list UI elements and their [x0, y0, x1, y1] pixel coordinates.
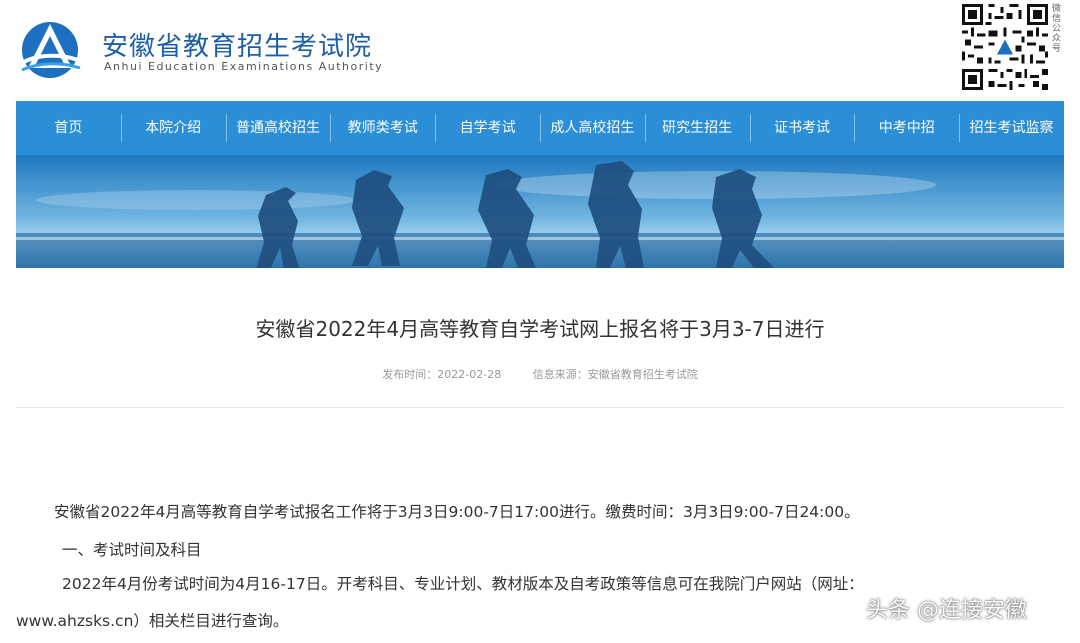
site-header: 安徽省教育招生考试院 Anhui Education Examinations …	[0, 0, 1080, 100]
qr-code-icon	[962, 4, 1048, 90]
nav-item-teacher-exam[interactable]: 教师类考试	[330, 101, 435, 155]
qr-label: 微信公众号	[1052, 4, 1062, 54]
nav-item-high-school-admission[interactable]: 中考中招	[854, 101, 959, 155]
article-paragraph: 2022年4月份考试时间为4月16-17日。开考科目、专业计划、教材版本及自考政…	[62, 575, 864, 593]
article-paragraph: 安徽省2022年4月高等教育自学考试报名工作将于3月3日9:00-7日17:00…	[54, 503, 860, 521]
graduates-banner-image	[16, 155, 1064, 268]
nav-item-home[interactable]: 首页	[16, 101, 121, 155]
watermark: 头条 @连接安徽	[866, 598, 1027, 623]
site-name-en: Anhui Education Examinations Authority	[104, 60, 384, 73]
hero-banner	[16, 155, 1064, 268]
article-section-heading: 一、考试时间及科目	[62, 541, 202, 559]
article-meta: 发布时间：2022-02-28 信息来源：安徽省教育招生考试院	[0, 366, 1080, 382]
nav-item-self-study-exam[interactable]: 自学考试	[435, 101, 540, 155]
nav-item-certificate-exam[interactable]: 证书考试	[749, 101, 855, 155]
publish-time: 发布时间：2022-02-28	[382, 368, 502, 381]
nav-item-graduate-admission[interactable]: 研究生招生	[644, 101, 750, 155]
info-source: 信息来源：安徽省教育招生考试院	[532, 368, 698, 381]
logo-icon[interactable]	[18, 16, 82, 80]
nav-item-college-admission[interactable]: 普通高校招生	[225, 101, 331, 155]
divider	[16, 407, 1064, 408]
article-title: 安徽省2022年4月高等教育自学考试网上报名将于3月3-7日进行	[255, 317, 825, 341]
main-nav: 首页 本院介绍 普通高校招生 教师类考试 自学考试 成人高校招生 研究生招生 证…	[16, 101, 1064, 155]
site-name-cn[interactable]: 安徽省教育招生考试院	[102, 26, 372, 63]
nav-item-adult-admission[interactable]: 成人高校招生	[539, 101, 645, 155]
nav-item-about[interactable]: 本院介绍	[120, 101, 226, 155]
nav-item-exam-supervision[interactable]: 招生考试监察	[959, 101, 1064, 155]
article-paragraph: www.ahzsks.cn）相关栏目进行查询。	[16, 612, 289, 630]
